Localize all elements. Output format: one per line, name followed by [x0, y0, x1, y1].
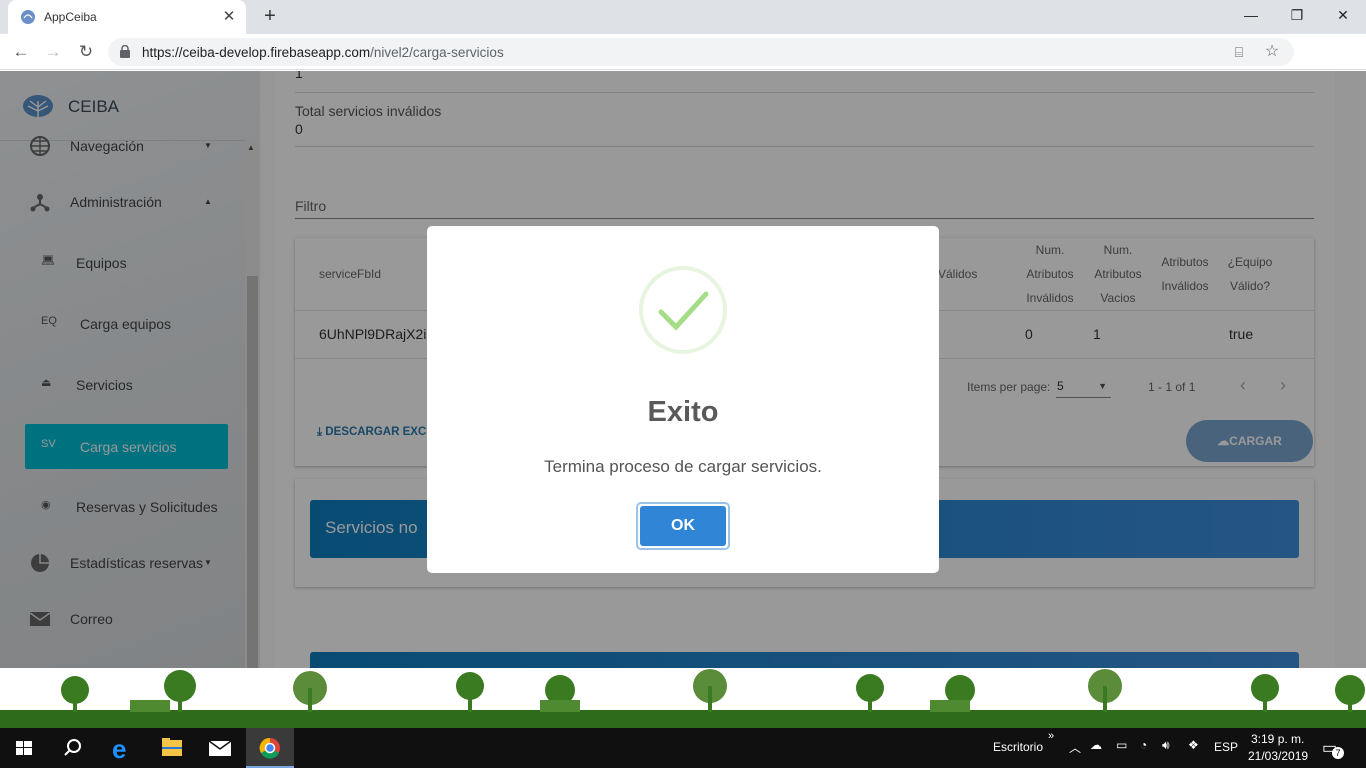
svg-text:e: e — [112, 734, 126, 764]
address-bar[interactable]: https://ceiba-develop.firebaseapp.com/ni… — [108, 38, 1294, 66]
windows-taskbar: e Escritorio » ︿ ☁ ▭ ◔ 🔊︎ ❖ ESP 3:19 p. … — [0, 728, 1366, 768]
clock-date[interactable]: 21/03/2019 — [1248, 749, 1308, 763]
notification-count: 7 — [1332, 747, 1344, 759]
restore-button[interactable]: ❐ — [1274, 0, 1320, 30]
chrome-taskbar-button[interactable] — [246, 728, 294, 768]
ok-button-label: OK — [640, 506, 726, 546]
windows-start-icon[interactable] — [0, 728, 48, 768]
bookmark-star-icon[interactable]: ☆ — [1263, 43, 1281, 61]
onedrive-icon[interactable]: ☁ — [1090, 738, 1102, 752]
search-icon[interactable] — [48, 728, 96, 768]
edge-icon[interactable]: e — [98, 728, 146, 768]
toolbar-expand-icon[interactable]: » — [1048, 730, 1054, 742]
success-dialog: Exito Termina proceso de cargar servicio… — [427, 226, 939, 573]
clock-time[interactable]: 3:19 p. m. — [1251, 732, 1304, 746]
show-hidden-icons-icon[interactable]: ︿ — [1069, 739, 1081, 756]
dropbox-icon[interactable]: ❖ — [1188, 738, 1199, 752]
language-indicator[interactable]: ESP — [1214, 740, 1238, 754]
new-tab-button[interactable]: + — [258, 4, 282, 28]
wifi-icon[interactable]: ◔ — [1140, 738, 1147, 752]
lock-icon — [120, 45, 130, 58]
tab-title: AppCeiba — [44, 10, 97, 24]
mail-app-icon[interactable] — [196, 728, 244, 768]
dialog-message: Termina proceso de cargar servicios. — [544, 457, 822, 476]
url-path: /nivel2/carga-servicios — [370, 45, 504, 60]
dialog-title: Exito — [647, 396, 719, 428]
minimize-button[interactable]: — — [1228, 0, 1274, 30]
url-text: https://ceiba-develop.firebaseapp.com/ni… — [142, 45, 504, 60]
browser-tab[interactable]: AppCeiba ✕ — [8, 0, 246, 34]
success-check-icon — [639, 266, 727, 354]
translate-icon[interactable]: ⌸ — [1230, 43, 1248, 61]
ok-button[interactable]: OK — [636, 502, 730, 550]
forward-button[interactable]: → — [41, 40, 65, 64]
reload-button[interactable]: ↻ — [74, 40, 98, 64]
desktop-toolbar-label[interactable]: Escritorio — [993, 740, 1043, 754]
window-close-button[interactable]: ✕ — [1320, 0, 1366, 30]
desktop-wallpaper — [0, 668, 1366, 728]
back-button[interactable]: ← — [9, 40, 33, 64]
ceiba-favicon-icon — [21, 10, 35, 24]
forest-silhouette — [0, 669, 1366, 728]
volume-icon[interactable]: 🔊︎ — [1162, 738, 1170, 753]
file-explorer-icon[interactable] — [148, 728, 196, 768]
browser-toolbar: ← → ↻ https://ceiba-develop.firebaseapp.… — [0, 34, 1366, 95]
url-host: https://ceiba-develop.firebaseapp.com — [142, 45, 371, 60]
chrome-icon — [259, 737, 280, 759]
action-center-button[interactable]: ▭ 7 — [1322, 738, 1344, 759]
tab-close-icon[interactable]: ✕ — [220, 8, 238, 26]
battery-icon[interactable]: ▭ — [1116, 738, 1127, 752]
browser-tab-bar: AppCeiba ✕ + — ❐ ✕ — [0, 0, 1366, 34]
